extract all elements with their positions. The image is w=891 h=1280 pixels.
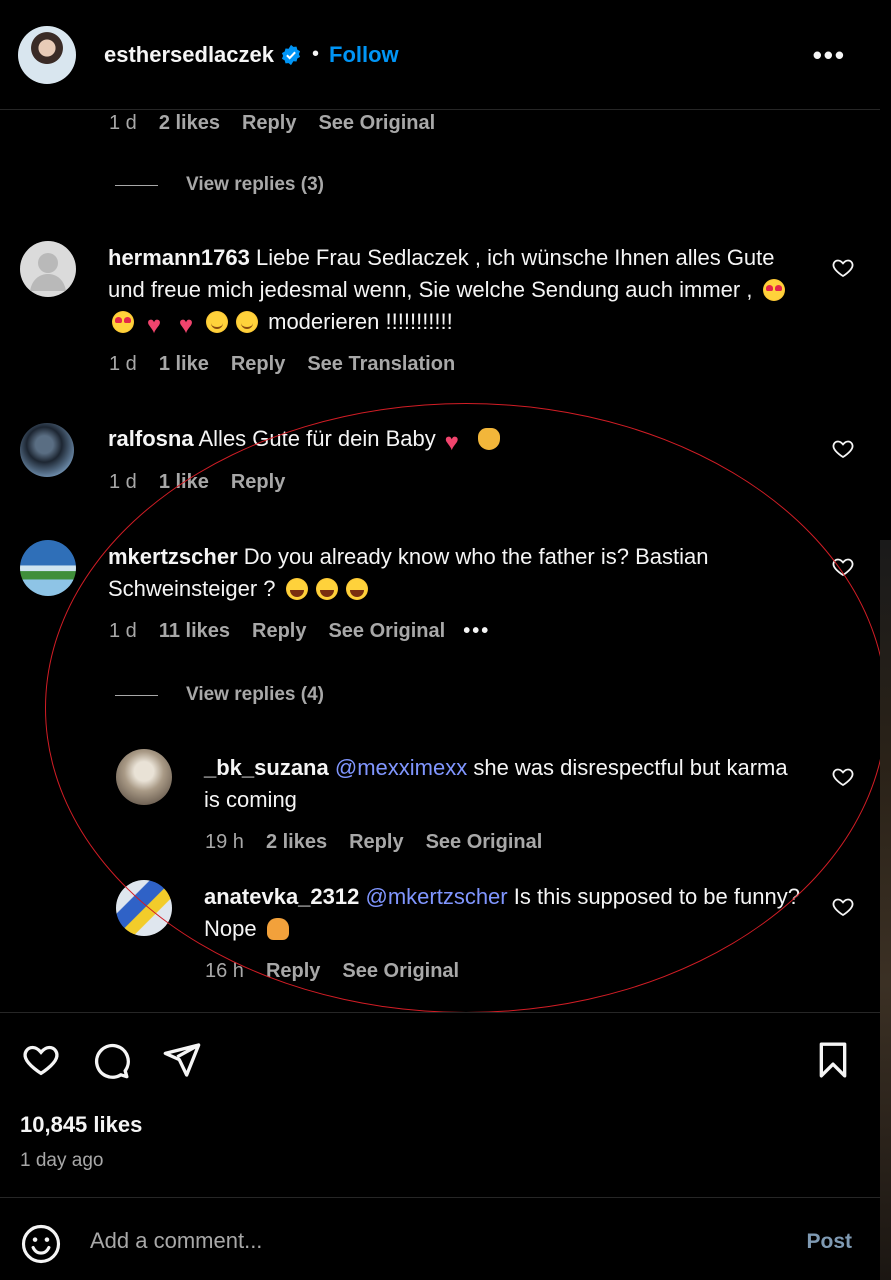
post-likes-count[interactable]: 10,845 likes — [20, 1112, 142, 1138]
avatar[interactable] — [116, 880, 172, 936]
comment-body: Alles Gute für dein Baby — [198, 426, 436, 451]
smiling-emoji-icon — [236, 311, 258, 333]
reply-time: 19 h — [205, 831, 244, 853]
comment-text: mkertzscher Do you already know who the … — [108, 541, 808, 605]
divider-line — [115, 694, 158, 696]
post-action-bar — [0, 1012, 880, 1202]
verified-badge-icon — [281, 44, 301, 65]
clapping-hands-emoji-icon — [477, 428, 500, 450]
comment-input[interactable] — [90, 1228, 770, 1254]
pink-heart-emoji-icon: ♥ — [146, 312, 162, 339]
view-replies-label: View replies (3) — [186, 174, 324, 195]
comment-meta: 1 d 1 like Reply See Translation — [109, 353, 455, 376]
laughing-emoji-icon — [345, 578, 368, 600]
mention-link[interactable]: @mkertzscher — [365, 884, 507, 909]
smiling-emoji-icon — [206, 311, 228, 333]
see-original-button[interactable]: See Original — [318, 112, 435, 135]
reply-button[interactable]: Reply — [252, 620, 306, 643]
author-avatar[interactable] — [18, 25, 76, 84]
pink-heart-emoji-icon: ♥ — [444, 429, 459, 456]
post-comment-button[interactable]: Post — [806, 1230, 852, 1254]
reply-username[interactable]: anatevka_2312 — [204, 884, 359, 909]
see-original-button[interactable]: See Original — [328, 620, 445, 643]
reply-button[interactable]: Reply — [266, 960, 320, 983]
comment-composer: Post — [0, 1197, 880, 1280]
comment-username[interactable]: hermann1763 — [108, 245, 250, 270]
divider-line — [115, 184, 158, 186]
see-translation-button[interactable]: See Translation — [307, 353, 455, 376]
like-comment-heart-icon[interactable] — [831, 555, 855, 579]
laughing-emoji-icon — [285, 578, 308, 600]
comment-options-button[interactable]: ••• — [463, 620, 490, 643]
person-shrugging-emoji-icon — [266, 918, 289, 940]
bookmark-icon[interactable] — [812, 1040, 854, 1080]
default-avatar-icon — [30, 253, 66, 291]
comment-likes[interactable]: 1 like — [159, 353, 209, 376]
comment-time: 1 d — [109, 353, 137, 375]
pink-heart-emoji-icon: ♥ — [178, 312, 194, 339]
reply-username[interactable]: _bk_suzana — [204, 755, 329, 780]
comment-meta: 1 d 2 likes Reply See Original — [109, 112, 435, 135]
comment-body-end: moderieren !!!!!!!!!!! — [268, 309, 453, 334]
view-replies-label: View replies (4) — [186, 684, 324, 705]
separator-dot: • — [312, 43, 320, 65]
comment-meta: 1 d 11 likes Reply See Original ••• — [109, 620, 490, 643]
comment-likes[interactable]: 11 likes — [159, 620, 230, 643]
see-original-button[interactable]: See Original — [426, 831, 543, 854]
post-header: esthersedlaczek • Follow ••• — [0, 0, 880, 110]
comment-text: hermann1763 Liebe Frau Sedlaczek , ich w… — [108, 242, 808, 338]
reply-button[interactable]: Reply — [349, 831, 403, 854]
author-username[interactable]: esthersedlaczek — [104, 42, 274, 68]
reply-text: anatevka_2312 @mkertzscher Is this suppo… — [204, 881, 804, 945]
share-icon[interactable] — [160, 1040, 204, 1080]
reply-button[interactable]: Reply — [231, 353, 285, 376]
more-options-button[interactable]: ••• — [813, 40, 846, 71]
background-image-edge — [880, 540, 891, 1280]
comment-time: 1 d — [109, 471, 137, 493]
comment-text: ralfosna Alles Gute für dein Baby ♥ — [108, 423, 808, 455]
like-comment-heart-icon[interactable] — [831, 895, 855, 919]
reply-likes[interactable]: 2 likes — [266, 831, 327, 854]
comment-likes[interactable]: 2 likes — [159, 112, 220, 135]
comment-time: 1 d — [109, 620, 137, 642]
comment-likes[interactable]: 1 like — [159, 471, 209, 494]
reply-meta: 19 h 2 likes Reply See Original — [205, 831, 542, 854]
see-original-button[interactable]: See Original — [342, 960, 459, 983]
avatar[interactable] — [20, 423, 74, 477]
post-timestamp[interactable]: 1 day ago — [20, 1150, 103, 1172]
emoji-icon[interactable] — [20, 1223, 62, 1265]
reply-time: 16 h — [205, 960, 244, 982]
like-comment-heart-icon[interactable] — [831, 765, 855, 789]
heart-eyes-emoji-icon — [112, 311, 134, 333]
comment-meta: 1 d 1 like Reply — [109, 471, 285, 494]
follow-button[interactable]: Follow — [329, 42, 399, 68]
like-comment-heart-icon[interactable] — [831, 437, 855, 461]
reply-button[interactable]: Reply — [231, 471, 285, 494]
reply-meta: 16 h Reply See Original — [205, 960, 459, 983]
reply-button[interactable]: Reply — [242, 112, 296, 135]
comment-time: 1 d — [109, 112, 137, 134]
comment-username[interactable]: ralfosna — [108, 426, 194, 451]
comment-icon[interactable] — [90, 1040, 132, 1080]
avatar[interactable] — [20, 241, 76, 297]
like-comment-heart-icon[interactable] — [831, 256, 855, 280]
heart-icon[interactable] — [20, 1040, 62, 1080]
mention-link[interactable]: @mexximexx — [335, 755, 467, 780]
heart-eyes-emoji-icon — [762, 279, 785, 301]
view-replies-button[interactable]: View replies (4) — [115, 684, 324, 706]
avatar[interactable] — [20, 540, 76, 596]
avatar[interactable] — [116, 749, 172, 805]
reply-text: _bk_suzana @mexximexx she was disrespect… — [204, 752, 804, 816]
view-replies-button[interactable]: View replies (3) — [115, 174, 324, 196]
comment-username[interactable]: mkertzscher — [108, 544, 238, 569]
laughing-emoji-icon — [315, 578, 338, 600]
